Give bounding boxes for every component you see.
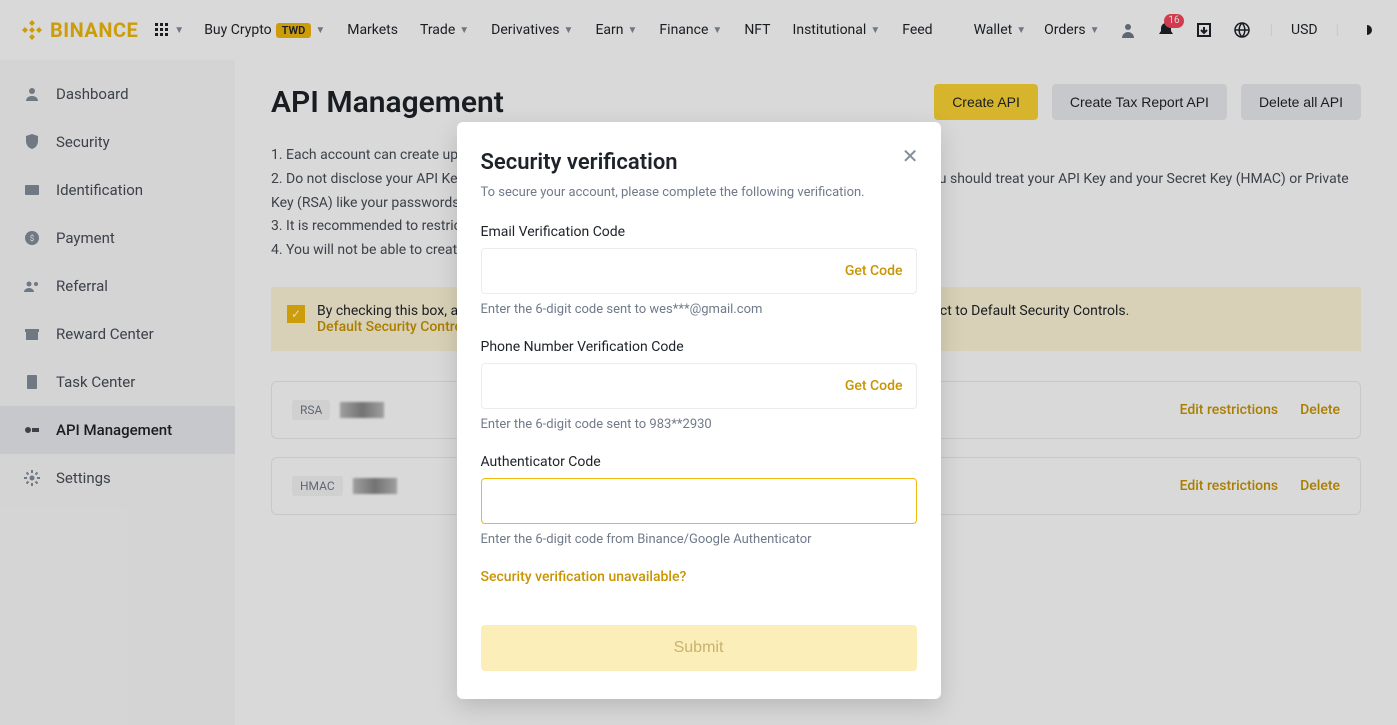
field-label: Phone Number Verification Code — [481, 339, 917, 355]
field-label: Email Verification Code — [481, 224, 917, 240]
field-hint: Enter the 6-digit code from Binance/Goog… — [481, 532, 917, 547]
input-wrapper — [481, 478, 917, 524]
modal-title: Security verification — [481, 150, 917, 175]
phone-code-field: Phone Number Verification Code Get Code … — [481, 339, 917, 432]
get-code-button[interactable]: Get Code — [845, 378, 903, 394]
modal-overlay[interactable]: ✕ Security verification To secure your a… — [0, 0, 1397, 725]
input-wrapper: Get Code — [481, 363, 917, 409]
authenticator-code-field: Authenticator Code Enter the 6-digit cod… — [481, 454, 917, 547]
get-code-button[interactable]: Get Code — [845, 263, 903, 279]
field-label: Authenticator Code — [481, 454, 917, 470]
authenticator-code-input[interactable] — [481, 478, 917, 524]
email-code-field: Email Verification Code Get Code Enter t… — [481, 224, 917, 317]
modal-subtitle: To secure your account, please complete … — [481, 185, 917, 200]
verification-unavailable-link[interactable]: Security verification unavailable? — [481, 569, 917, 585]
close-icon[interactable]: ✕ — [902, 144, 919, 168]
input-wrapper: Get Code — [481, 248, 917, 294]
field-hint: Enter the 6-digit code sent to wes***@gm… — [481, 302, 917, 317]
submit-button[interactable]: Submit — [481, 625, 917, 671]
field-hint: Enter the 6-digit code sent to 983**2930 — [481, 417, 917, 432]
security-verification-modal: ✕ Security verification To secure your a… — [457, 122, 941, 699]
